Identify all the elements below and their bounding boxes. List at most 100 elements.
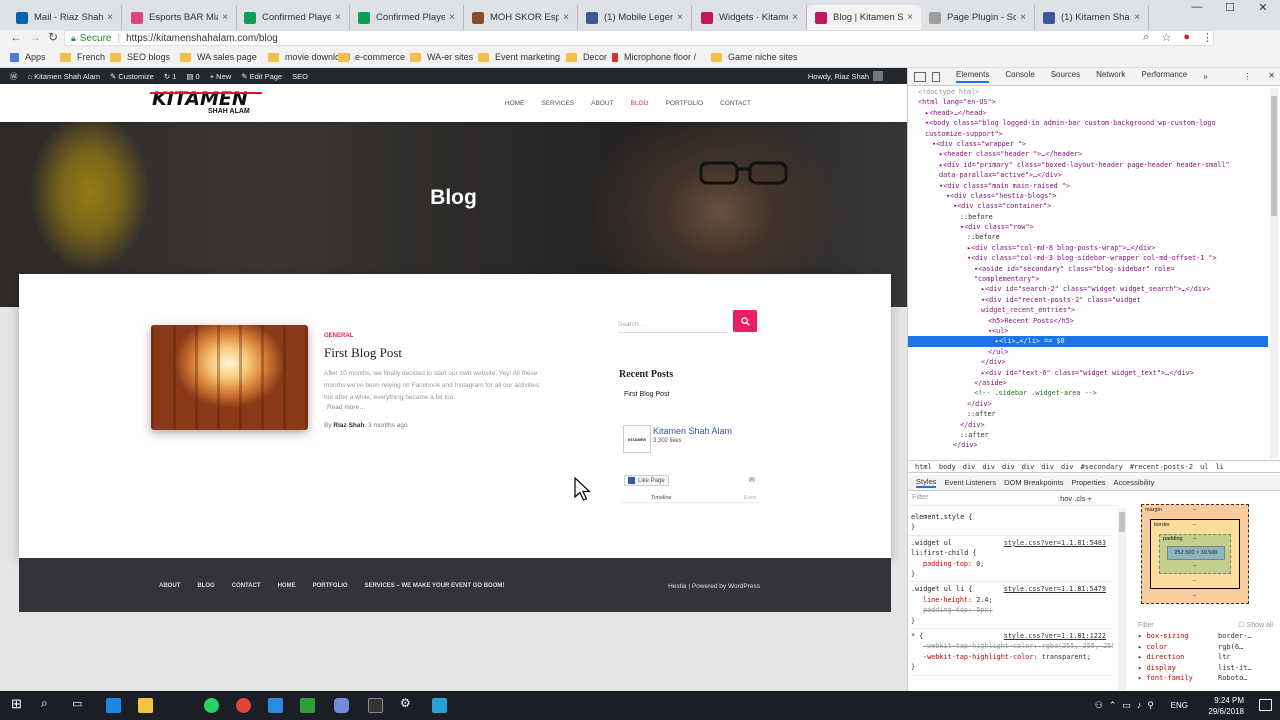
sidebar-search-input[interactable]: Search … — [618, 319, 728, 333]
footer-nav-item[interactable]: SERVICES – WE MAKE YOUR EVENT GO BOOM! — [365, 583, 505, 589]
bookmark-item[interactable]: Game niche sites — [711, 52, 798, 62]
css-source-link[interactable]: style.css?ver=1.1.81:1222 — [1004, 631, 1106, 641]
dom-node[interactable]: </div> — [908, 440, 1268, 450]
css-rule[interactable]: style.css?ver=1.1.81:5483 .widget ul li:fi… — [908, 536, 1113, 583]
admin-edit-page[interactable]: ✎ Edit Page — [241, 72, 282, 81]
app2-icon[interactable] — [432, 698, 447, 713]
css-declaration[interactable]: -webkit-tap-highlight-color: rgba(255, 2… — [911, 641, 1113, 651]
breadcrumb-item[interactable]: div — [1002, 463, 1015, 471]
tab-close-icon[interactable]: × — [222, 12, 228, 23]
language-indicator[interactable]: ENG — [1171, 701, 1188, 710]
styles-tab[interactable]: Styles — [916, 477, 937, 488]
dom-node[interactable]: </ul> — [908, 347, 1268, 357]
windows-start-icon[interactable]: ⊞ — [11, 696, 26, 711]
post-category[interactable]: GENERAL — [324, 333, 353, 339]
breadcrumb-item[interactable]: #secondary — [1081, 463, 1123, 471]
dom-tree[interactable]: <!doctype html> <html lang="en-US"> ▸<head… — [908, 87, 1268, 459]
browser-tab[interactable]: Page Plugin - Social × — [921, 5, 1035, 30]
back-icon[interactable]: ← — [10, 30, 22, 44]
dom-node[interactable]: ::after — [908, 409, 1268, 419]
clock[interactable]: 9:24 PM 29/6/2018 — [1208, 695, 1244, 717]
recent-post-link[interactable]: First Blog Post — [624, 391, 670, 398]
fb-page-avatar[interactable]: KITAMEN — [623, 425, 651, 453]
dom-node[interactable]: ▸<div id="search-2" class="widget widget… — [908, 284, 1268, 294]
dom-node[interactable]: ▾<ul> — [908, 326, 1268, 336]
dom-node[interactable]: </aside> — [908, 378, 1268, 388]
nav-item-blog[interactable]: BLOG — [631, 100, 649, 107]
footer-nav-item[interactable]: PORTFOLIO — [313, 583, 348, 589]
dom-scrollbar[interactable] — [1270, 88, 1278, 458]
tab-close-icon[interactable]: × — [677, 12, 683, 23]
browser-tab[interactable]: Blog | Kitamen Shah× — [807, 5, 921, 30]
breadcrumb-item[interactable]: #recent-posts-2 — [1130, 463, 1193, 471]
fb-page-name[interactable]: Kitamen Shah Alam — [653, 426, 732, 436]
post-title[interactable]: First Blog Post — [324, 345, 402, 361]
devtools-menu-icon[interactable]: ⋮ — [1244, 72, 1252, 81]
footer-nav-item[interactable]: BLOG — [197, 583, 214, 589]
dom-node[interactable]: ▸<head>…</head> — [908, 108, 1268, 118]
bookmark-item[interactable]: SEO blogs — [110, 52, 170, 62]
styles-tab[interactable]: DOM Breakpoints — [1004, 478, 1063, 487]
nav-item-home[interactable]: HOME — [505, 100, 525, 107]
browser-tab[interactable]: Esports BAR Miami × — [123, 5, 237, 30]
dom-node[interactable]: ▸<header class="header ">…</header> — [908, 149, 1268, 159]
dom-node[interactable]: ▾<div class="col-md-3 blog-sidebar-wrapp… — [908, 253, 1268, 263]
breadcrumb-item[interactable]: div — [982, 463, 995, 471]
styles-tab[interactable]: Event Listeners — [944, 478, 996, 487]
footer-nav-item[interactable]: HOME — [278, 583, 296, 589]
forward-icon[interactable]: → — [29, 30, 41, 44]
zoom-search-icon[interactable]: ⌕ — [1143, 31, 1149, 44]
bookmark-item[interactable]: Event marketing — [478, 52, 560, 62]
breadcrumb-item[interactable]: div — [1061, 463, 1074, 471]
bookmark-star-icon[interactable]: ☆ — [1161, 31, 1171, 44]
dom-node[interactable]: ▾<div class="row"> — [908, 222, 1268, 232]
post-author[interactable]: Riaz Shah — [333, 422, 364, 429]
bookmark-item[interactable]: Apps — [10, 52, 46, 62]
admin-howdy[interactable]: Howdy, Riaz Shah — [808, 72, 869, 81]
close-window-icon[interactable]: ✕ — [1246, 1, 1280, 15]
dom-node[interactable]: ▸<div id="primary" class="boxed-layout-h… — [908, 160, 1268, 170]
fb-like-page-button[interactable]: Like Page — [624, 475, 669, 486]
chrome-icon[interactable] — [236, 698, 251, 713]
more-tabs-icon[interactable]: » — [1203, 72, 1207, 81]
browser-tab[interactable]: (1) Mobile Legends × — [578, 5, 692, 30]
admin-new[interactable]: + New — [210, 72, 231, 81]
footer-nav-item[interactable]: CONTACT — [232, 583, 261, 589]
styles-filter-input[interactable]: Filter :hov .cls + — [908, 492, 1118, 506]
dom-node[interactable]: </div> — [908, 357, 1268, 367]
dom-node[interactable]: <html lang="en-US"> — [908, 97, 1268, 107]
css-declaration[interactable]: padding-top: 5px; — [911, 605, 1110, 615]
excel-icon[interactable] — [300, 698, 315, 713]
admin-updates[interactable]: ↻ 1 — [164, 72, 177, 81]
admin-comments[interactable]: ▤ 0 — [186, 72, 199, 81]
settings-gear-icon[interactable]: ⚙ — [400, 696, 415, 711]
devtools-tab-console[interactable]: Console — [1005, 70, 1034, 83]
tab-close-icon[interactable]: × — [1134, 12, 1140, 23]
bookmark-item[interactable]: e-commerce — [338, 52, 405, 62]
nav-item-contact[interactable]: CONTACT — [720, 100, 751, 107]
footer-credit[interactable]: Hestia | Powered by WordPress — [668, 583, 760, 590]
dom-node[interactable]: ::after — [908, 430, 1268, 440]
read-more-link[interactable]: Read more… — [327, 404, 366, 411]
search-taskbar-icon[interactable]: ⌕ — [41, 696, 56, 711]
dom-node[interactable]: "complementary"> — [908, 274, 1268, 284]
browser-tab[interactable]: Confirmed Players - × — [236, 5, 350, 30]
bookmark-item[interactable]: French — [60, 52, 105, 62]
dom-node[interactable]: ▾<aside id="secondary" class="blog-sideb… — [908, 264, 1268, 274]
tab-close-icon[interactable]: × — [907, 12, 913, 23]
dom-node[interactable]: ▸<div id="text-6" class="widget widget_t… — [908, 368, 1268, 378]
fb-tab-events[interactable]: Even — [744, 495, 757, 501]
browser-tab[interactable]: (1) Kitamen Shah Ala × — [1035, 5, 1149, 30]
computed-property[interactable]: ▸ direction ltr — [1138, 652, 1280, 662]
inspect-element-icon[interactable] — [914, 71, 926, 82]
site-logo[interactable]: KITAMEN — [150, 89, 262, 109]
breadcrumb-item[interactable]: div — [1041, 463, 1054, 471]
admin-seo[interactable]: SEO — [292, 72, 308, 81]
reload-icon[interactable]: ↻ — [48, 30, 58, 44]
dom-node[interactable]: ▾<div class="main main-raised "> — [908, 181, 1268, 191]
post-thumbnail[interactable] — [151, 325, 308, 430]
breadcrumb-item[interactable]: html — [915, 463, 932, 471]
dom-node[interactable]: ▾<body class="blog logged-in admin-bar c… — [908, 118, 1268, 128]
admin-site-name[interactable]: ⌂ Kitamen Shah Alam — [28, 72, 101, 81]
css-rule[interactable]: style.css?ver=1.1.81:5479 .widget ul li {… — [908, 582, 1113, 630]
